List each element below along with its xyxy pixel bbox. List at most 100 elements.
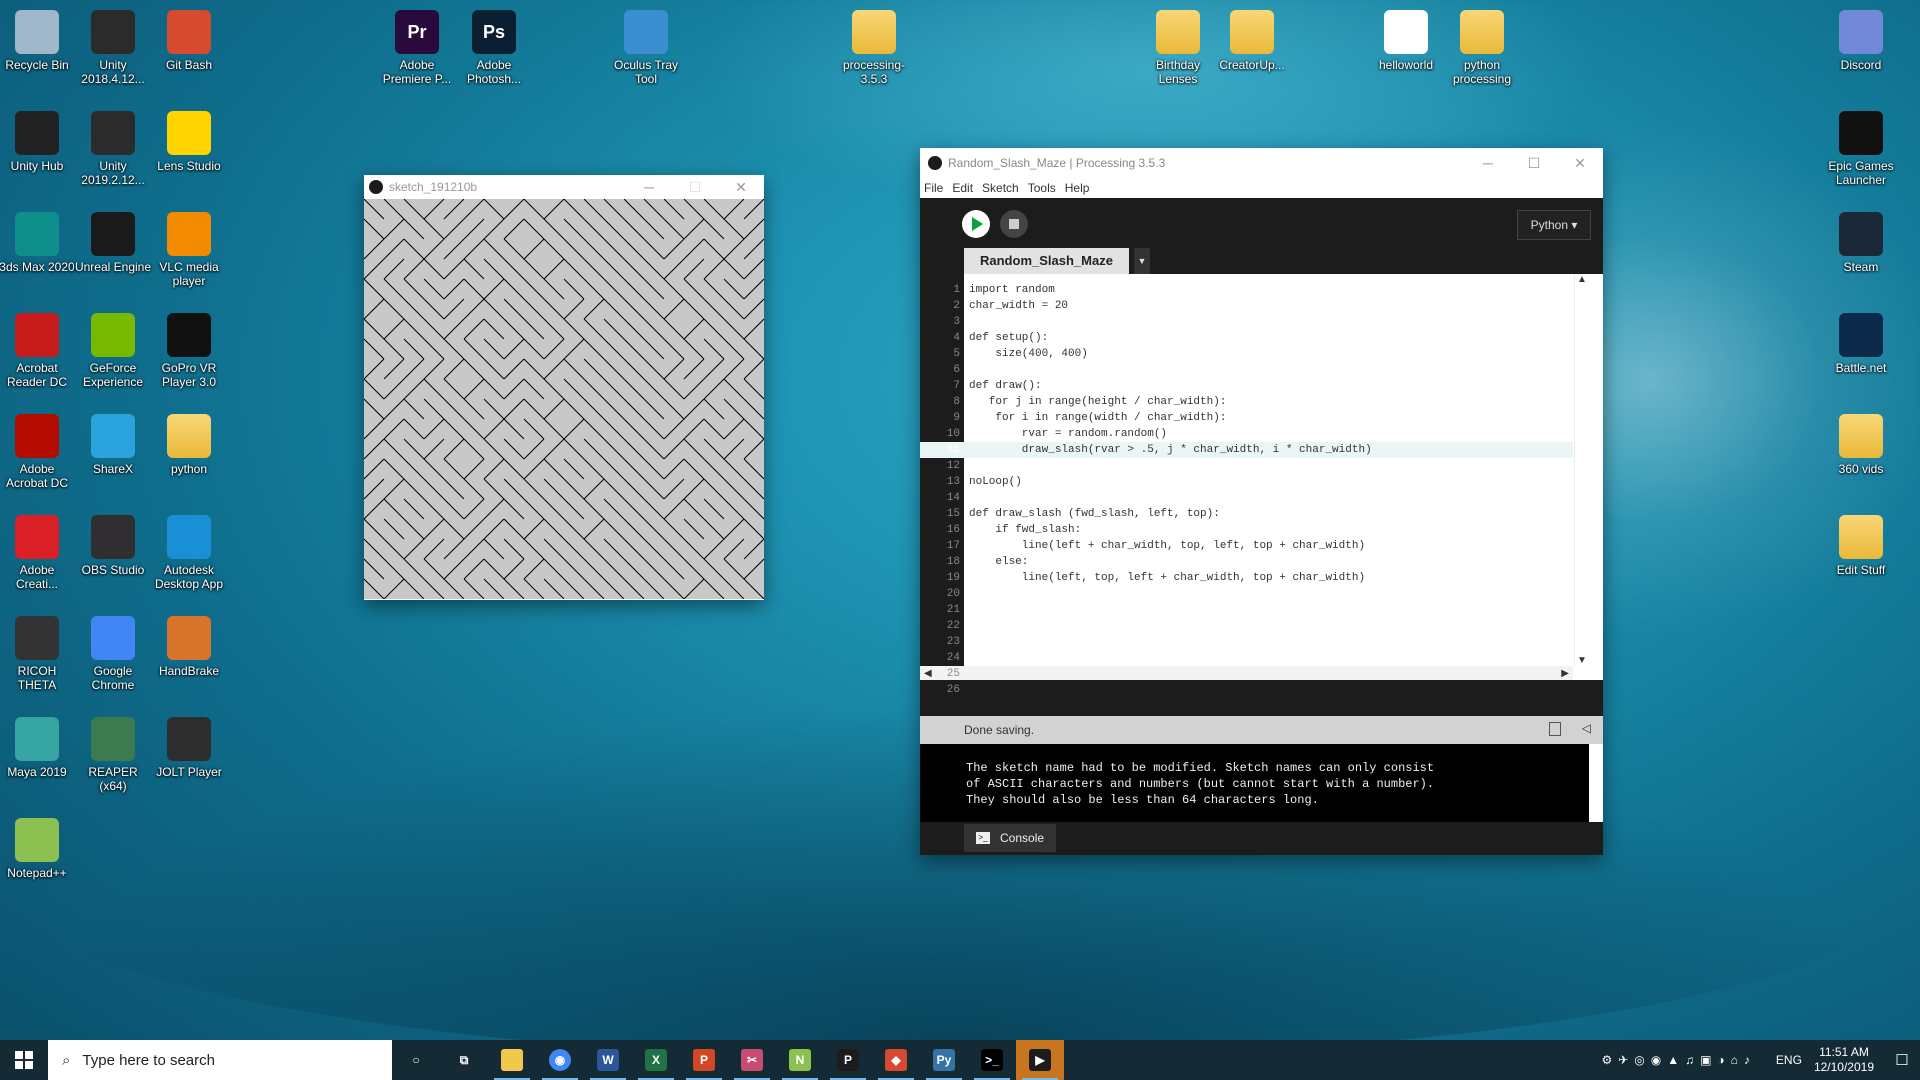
- tab-menu-button[interactable]: ▼: [1134, 248, 1150, 274]
- desktop-icon[interactable]: processing-3.5.3: [835, 4, 913, 86]
- search-box[interactable]: ⌕ Type here to search: [48, 1040, 392, 1080]
- desktop-icon[interactable]: Adobe Acrobat DC: [0, 408, 76, 490]
- mode-selector[interactable]: Python ▾: [1517, 210, 1591, 240]
- desktop-icon[interactable]: Birthday Lenses: [1139, 4, 1217, 86]
- desktop-icon[interactable]: Google Chrome: [74, 610, 152, 692]
- minimize-button[interactable]: ─: [626, 179, 672, 195]
- scroll-down-icon[interactable]: ▼: [1575, 655, 1589, 666]
- taskbar-app[interactable]: ◆: [872, 1040, 920, 1080]
- desktop-icon[interactable]: Unity Hub: [0, 105, 76, 173]
- minimize-button[interactable]: ─: [1465, 155, 1511, 171]
- desktop-icon[interactable]: Discord: [1822, 4, 1900, 72]
- processing-ide-window[interactable]: Random_Slash_Maze | Processing 3.5.3 ─ ☐…: [920, 148, 1603, 855]
- desktop-icon[interactable]: Autodesk Desktop App: [150, 509, 228, 591]
- code-line[interactable]: for i in range(width / char_width):: [969, 410, 1372, 426]
- menu-file[interactable]: File: [924, 181, 943, 195]
- desktop-icon[interactable]: Maya 2019: [0, 711, 76, 779]
- scroll-up-icon[interactable]: ▲: [1575, 274, 1589, 285]
- code-line[interactable]: noLoop(): [969, 474, 1372, 490]
- desktop-icon[interactable]: ShareX: [74, 408, 152, 476]
- taskbar-app[interactable]: ▶: [1016, 1040, 1064, 1080]
- desktop-icon[interactable]: Notepad++: [0, 812, 76, 880]
- desktop-icon[interactable]: python processing: [1443, 4, 1521, 86]
- desktop-icon[interactable]: Recycle Bin: [0, 4, 76, 72]
- code-line[interactable]: [969, 682, 1372, 698]
- notifications-icon[interactable]: ☐: [1884, 1051, 1920, 1069]
- desktop-icon[interactable]: 3ds Max 2020: [0, 206, 76, 274]
- tab-random-slash-maze[interactable]: Random_Slash_Maze: [964, 248, 1129, 274]
- maximize-button[interactable]: ☐: [672, 179, 718, 196]
- code-line[interactable]: def draw_slash (fwd_slash, left, top):: [969, 506, 1372, 522]
- desktop-icon[interactable]: Unity 2019.2.12...: [74, 105, 152, 187]
- code-line[interactable]: if fwd_slash:: [969, 522, 1372, 538]
- code-line[interactable]: [969, 618, 1372, 634]
- desktop-icon[interactable]: HandBrake: [150, 610, 228, 678]
- desktop-icon[interactable]: OBS Studio: [74, 509, 152, 577]
- desktop-icon[interactable]: Git Bash: [150, 4, 228, 72]
- desktop-icon[interactable]: GoPro VR Player 3.0: [150, 307, 228, 389]
- start-button[interactable]: [0, 1040, 48, 1080]
- console-scrollbar[interactable]: [1589, 744, 1603, 822]
- desktop-icon[interactable]: Epic Games Launcher: [1822, 105, 1900, 187]
- ide-titlebar[interactable]: Random_Slash_Maze | Processing 3.5.3 ─ ☐…: [920, 148, 1603, 178]
- taskbar-app[interactable]: W: [584, 1040, 632, 1080]
- code-line[interactable]: def draw():: [969, 378, 1372, 394]
- code-line[interactable]: [969, 314, 1372, 330]
- maximize-button[interactable]: ☐: [1511, 155, 1557, 172]
- desktop-icon[interactable]: Lens Studio: [150, 105, 228, 173]
- clock[interactable]: 11:51 AM 12/10/2019: [1814, 1045, 1874, 1075]
- desktop-icon[interactable]: VLC media player: [150, 206, 228, 288]
- code-line[interactable]: draw_slash(rvar > .5, j * char_width, i …: [969, 442, 1372, 458]
- desktop-icon[interactable]: RICOH THETA: [0, 610, 76, 692]
- menu-sketch[interactable]: Sketch: [982, 181, 1019, 195]
- code-line[interactable]: char_width = 20: [969, 298, 1372, 314]
- vertical-scrollbar[interactable]: ▲ ▼: [1574, 274, 1589, 666]
- taskbar-app[interactable]: [488, 1040, 536, 1080]
- code-line[interactable]: [969, 586, 1372, 602]
- language-indicator[interactable]: ENG: [1776, 1053, 1802, 1067]
- run-button[interactable]: [962, 210, 990, 238]
- code-line[interactable]: size(400, 400): [969, 346, 1372, 362]
- menu-edit[interactable]: Edit: [952, 181, 973, 195]
- close-button[interactable]: ✕: [718, 179, 764, 196]
- horizontal-scrollbar[interactable]: ◀ ▶: [920, 666, 1573, 680]
- desktop-icon[interactable]: Ps Adobe Photosh...: [455, 4, 533, 86]
- editor[interactable]: 1 2 3 4 5 6 7 8 9 10 11 12 13 14 15 16 17 18 19 20 21 22 23 24 2…: [920, 274, 1603, 696]
- menu-tools[interactable]: Tools: [1028, 181, 1056, 195]
- code-line[interactable]: def setup():: [969, 330, 1372, 346]
- desktop-icon[interactable]: python: [150, 408, 228, 476]
- code-line[interactable]: [969, 362, 1372, 378]
- collapse-icon[interactable]: ◁: [1582, 721, 1591, 735]
- desktop-icon[interactable]: Adobe Creati...: [0, 509, 76, 591]
- desktop-icon[interactable]: Acrobat Reader DC: [0, 307, 76, 389]
- desktop-icon[interactable]: Unity 2018.4.12...: [74, 4, 152, 86]
- taskbar-app[interactable]: >_: [968, 1040, 1016, 1080]
- code-line[interactable]: else:: [969, 554, 1372, 570]
- code-line[interactable]: [969, 490, 1372, 506]
- desktop-icon[interactable]: CreatorUp...: [1213, 4, 1291, 72]
- sketch-window[interactable]: sketch_191210b ─ ☐ ✕: [364, 175, 764, 600]
- code-line[interactable]: [969, 634, 1372, 650]
- code-line[interactable]: [969, 602, 1372, 618]
- code-line[interactable]: line(left, top, left + char_width, top +…: [969, 570, 1372, 586]
- code-line[interactable]: line(left + char_width, top, left, top +…: [969, 538, 1372, 554]
- desktop-icon[interactable]: REAPER (x64): [74, 711, 152, 793]
- copy-icon[interactable]: [1549, 722, 1561, 736]
- desktop-icon[interactable]: 360 vids: [1822, 408, 1900, 476]
- scroll-right-icon[interactable]: ▶: [1561, 668, 1569, 679]
- desktop-icon[interactable]: helloworld: [1367, 4, 1445, 72]
- desktop-icon[interactable]: Steam: [1822, 206, 1900, 274]
- taskbar-app[interactable]: ✂: [728, 1040, 776, 1080]
- stop-button[interactable]: [1000, 210, 1028, 238]
- tray-icons[interactable]: ⚙✈◎◉▲♫▣◑⌂♪: [1601, 1053, 1755, 1067]
- code-line[interactable]: for j in range(height / char_width):: [969, 394, 1372, 410]
- code-area[interactable]: import random char_width = 20 def setup():…: [969, 282, 1372, 698]
- taskbar-app[interactable]: ⧉: [440, 1040, 488, 1080]
- close-button[interactable]: ✕: [1557, 155, 1603, 172]
- menu-help[interactable]: Help: [1065, 181, 1090, 195]
- desktop-icon[interactable]: Unreal Engine: [74, 206, 152, 274]
- code-line[interactable]: [969, 458, 1372, 474]
- desktop-icon[interactable]: Pr Adobe Premiere P...: [378, 4, 456, 86]
- code-line[interactable]: [969, 650, 1372, 666]
- taskbar-app[interactable]: Py: [920, 1040, 968, 1080]
